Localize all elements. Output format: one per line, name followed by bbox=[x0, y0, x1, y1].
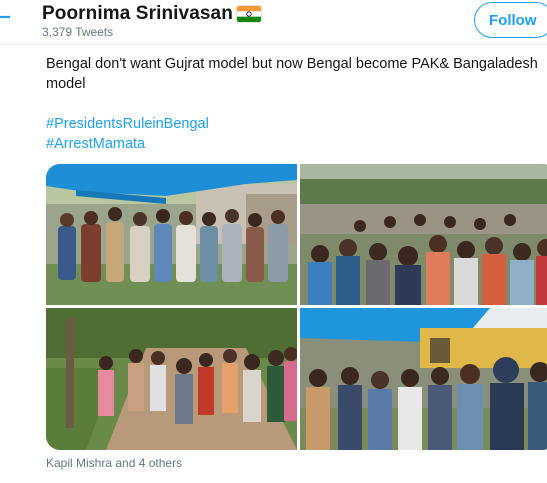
tweet-text: Bengal don't want Gujrat model but now B… bbox=[46, 54, 547, 94]
tweets-count: 3,379 Tweets bbox=[42, 25, 114, 39]
tweet-media-grid bbox=[46, 164, 547, 450]
tagged-users[interactable]: Kapil Mishra and 4 others bbox=[46, 456, 182, 470]
tweet-photo-2[interactable] bbox=[300, 164, 547, 305]
tweet-photo-1[interactable] bbox=[46, 164, 297, 305]
follow-button[interactable]: Follow bbox=[474, 2, 547, 38]
profile-header: Poornima Srinivasan 3,379 Tweets Follow bbox=[0, 0, 547, 45]
tweet-text-line-2: model bbox=[46, 76, 86, 92]
profile-name[interactable]: Poornima Srinivasan bbox=[42, 3, 233, 25]
tweet-photo-4[interactable] bbox=[300, 308, 547, 450]
hashtag-presidents-rule[interactable]: #PresidentsRuleinBengal bbox=[46, 114, 209, 134]
back-arrow-icon[interactable] bbox=[0, 6, 12, 28]
india-flag-icon bbox=[236, 6, 261, 22]
tweet-text-line-1: Bengal don't want Gujrat model but now B… bbox=[46, 56, 538, 72]
tweet-photo-3[interactable] bbox=[46, 308, 297, 450]
hashtag-arrest-mamata[interactable]: #ArrestMamata bbox=[46, 134, 145, 154]
profile-name-row: Poornima Srinivasan bbox=[42, 3, 261, 25]
